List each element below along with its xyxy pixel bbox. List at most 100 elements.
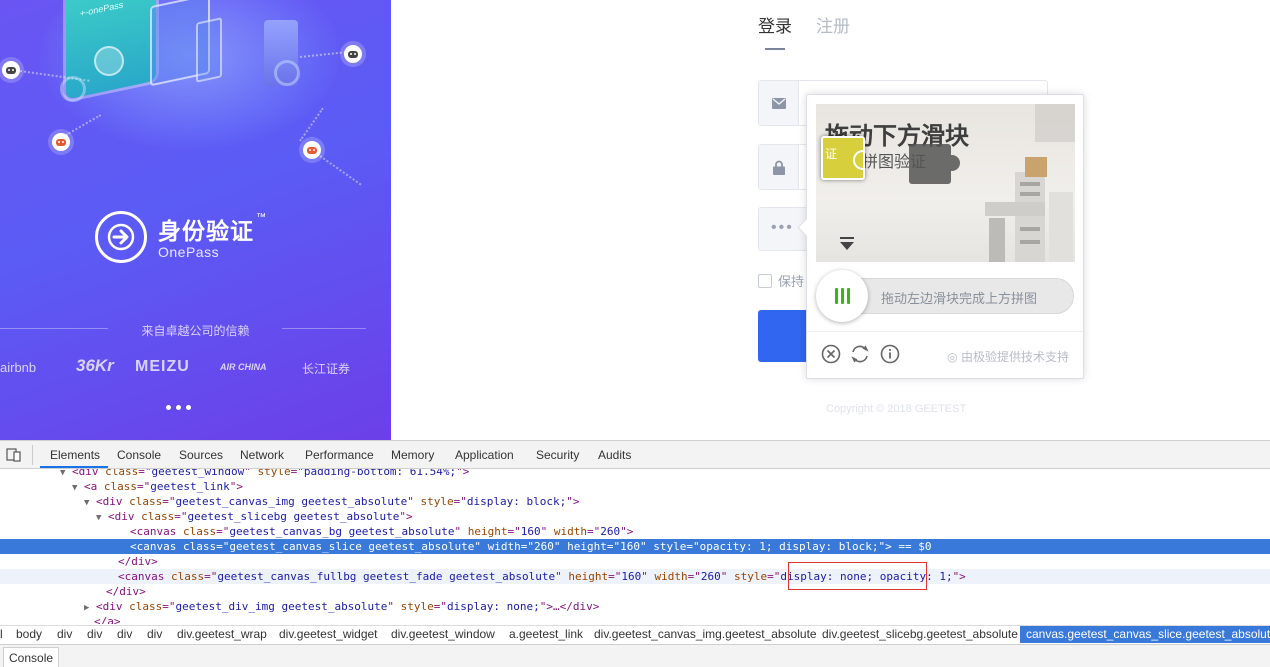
puzzle-piece: 证 [821, 136, 865, 180]
code-token: display: none; [447, 600, 540, 613]
tab-sources[interactable]: Sources [179, 448, 223, 462]
breadcrumb-item[interactable]: a.geetest_link [509, 627, 583, 641]
tab-security[interactable]: Security [536, 448, 579, 462]
tab-application[interactable]: Application [455, 448, 514, 462]
breadcrumb-item[interactable]: div [117, 627, 132, 641]
robot-icon [344, 45, 362, 63]
partner-logo-changjiang: 长江证券 [302, 362, 351, 376]
geetest-brand-text: 由极验提供技术支持 [960, 350, 1069, 364]
tab-console[interactable]: Console [117, 448, 161, 462]
carousel-dot[interactable] [176, 405, 181, 410]
tab-performance[interactable]: Performance [305, 448, 374, 462]
device-toggle-icon[interactable] [6, 446, 22, 462]
code-token: <canvas [118, 570, 171, 583]
breadcrumb-item[interactable]: div.geetest_canvas_img.geetest_absolute [594, 627, 817, 641]
breadcrumb-item[interactable]: div.geetest_wrap [177, 627, 267, 641]
remember-checkbox[interactable] [758, 273, 772, 288]
partner-logos: airbnb 36Kr MEIZU AIR CHINA 长江证券 [0, 356, 391, 382]
breadcrumb-item[interactable]: div [147, 627, 162, 641]
code-token: " [454, 525, 468, 538]
remember-me[interactable]: 保持 [758, 271, 804, 290]
copyright: Copyright © 2018 GEETEST [826, 403, 967, 415]
breadcrumb-item[interactable]: body [16, 627, 42, 641]
mail-icon [759, 81, 799, 125]
active-tab-indicator [765, 48, 785, 50]
devtools-panel: Elements Console Sources Network Perform… [0, 440, 1270, 667]
code-token: class [103, 480, 137, 493]
code-token: =" [174, 510, 188, 523]
code-token: padding-bottom: 61.54%; [303, 469, 457, 478]
code-token: " [641, 570, 655, 583]
code-token: class [141, 510, 175, 523]
code-token: class [182, 525, 217, 538]
tab-memory[interactable]: Memory [391, 448, 434, 462]
breadcrumb-item[interactable]: div.geetest_window [391, 627, 495, 641]
tab-register[interactable]: 注册 [816, 12, 850, 37]
dom-node-line[interactable]: ▼ <a class="geetest_link"> [0, 479, 1270, 494]
puzzle-piece-text: 证 [825, 147, 838, 161]
code-token: width [654, 570, 688, 583]
code-token: 260 [700, 570, 721, 583]
dom-node-line[interactable]: ▼ <div class="geetest_window" style="padd… [0, 469, 1270, 479]
onepass-subtitle: OnePass [158, 244, 220, 260]
dom-tree[interactable]: ▼ <div class="geetest_window" style="padd… [0, 469, 1270, 624]
code-token: <div [96, 495, 130, 508]
carousel-dot[interactable] [166, 405, 171, 410]
code-token: style [420, 495, 454, 508]
code-token: <canvas [130, 540, 183, 553]
puzzle-slot [909, 144, 960, 184]
breadcrumb-item[interactable]: canvas.geetest_canvas_slice.geetest_abso… [1020, 626, 1270, 643]
robot-icon [2, 61, 20, 79]
dom-node-line[interactable]: ▼ <div class="geetest_canvas_img geetest_… [0, 494, 1270, 509]
dom-node-line[interactable]: </a> [0, 614, 1270, 624]
page-root: +-onePass 身份验证™ OnePass 来自卓越公司的信赖 airbnb… [0, 0, 1270, 667]
dom-node-line[interactable]: </div> [0, 554, 1270, 569]
code-token: display: block; [466, 495, 567, 508]
code-token: " [387, 600, 401, 613]
carousel-dots[interactable] [166, 405, 191, 410]
dom-node-line[interactable]: <canvas class="geetest_canvas_bg geetest… [0, 524, 1270, 539]
code-token: class [182, 540, 217, 553]
dom-node-line[interactable]: <canvas class="geetest_canvas_slice geet… [0, 539, 1270, 554]
collapse-triangle-icon[interactable]: ▼ [72, 483, 77, 493]
partner-logo-36kr: 36Kr [76, 356, 114, 375]
geetest-brand[interactable]: ◎ 由极验提供技术支持 [947, 348, 1069, 365]
tab-audits[interactable]: Audits [598, 448, 631, 462]
code-token: =" [290, 469, 304, 478]
active-tab-indicator [40, 466, 108, 468]
breadcrumb-item[interactable]: l [0, 627, 3, 641]
drawer-tab-console[interactable]: Console [3, 647, 60, 667]
tab-elements[interactable]: Elements [50, 448, 100, 462]
slider-handle[interactable] [816, 270, 868, 322]
breadcrumb-item[interactable]: div [57, 627, 72, 641]
dom-node-line[interactable]: ▼ <div class="geetest_slicebg geetest_abs… [0, 509, 1270, 524]
collapse-triangle-icon[interactable]: ▼ [84, 498, 89, 508]
code-token: 260 [600, 525, 621, 538]
code-token: =" [520, 540, 535, 553]
breadcrumb-item[interactable]: div.geetest_widget [279, 627, 378, 641]
breadcrumb-item[interactable]: div [87, 627, 102, 641]
info-icon[interactable] [880, 344, 900, 364]
code-token: =" [216, 525, 230, 538]
code-token: "> [566, 495, 580, 508]
code-token: width [487, 540, 521, 553]
dom-node-line[interactable]: </div> [0, 584, 1270, 599]
collapse-triangle-icon[interactable]: ▼ [96, 513, 101, 523]
code-token: <div [72, 469, 106, 478]
collapse-triangle-icon[interactable]: ▼ [60, 469, 65, 478]
carousel-dot[interactable] [186, 405, 191, 410]
close-icon[interactable] [821, 344, 841, 364]
code-token: " [555, 570, 569, 583]
code-token: "> [399, 510, 413, 523]
tab-network[interactable]: Network [240, 448, 284, 462]
breadcrumb-item[interactable]: div.geetest_slicebg.geetest_absolute [822, 627, 1018, 641]
dom-node-line[interactable]: <canvas class="geetest_canvas_fullbg gee… [0, 569, 1270, 584]
tab-login[interactable]: 登录 [758, 12, 792, 37]
background-shape [1035, 104, 1075, 142]
geetest-captcha-popup: 拖动下方滑块 拼图验证 证 拖动左边滑块完成上方拼图 ◎ 由极验提供技术支持 [806, 94, 1084, 379]
refresh-icon[interactable] [850, 344, 870, 364]
ring-illustration [274, 60, 300, 86]
dom-node-line[interactable]: ▶ <div class="geetest_div_img geetest_abs… [0, 599, 1270, 614]
expand-triangle-icon[interactable]: ▶ [84, 603, 89, 613]
code-token: =" [587, 525, 601, 538]
